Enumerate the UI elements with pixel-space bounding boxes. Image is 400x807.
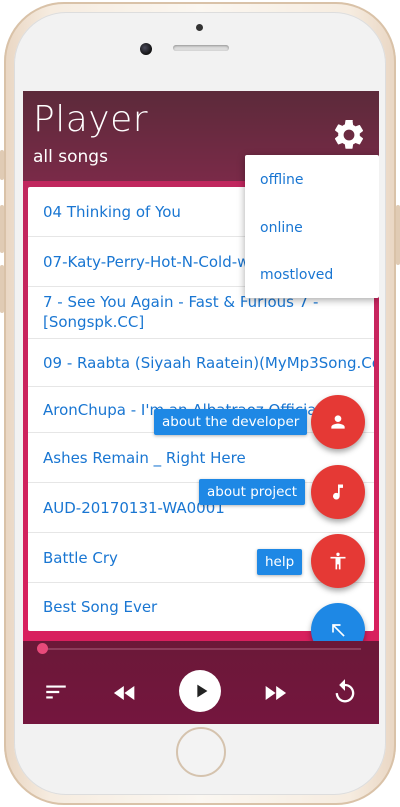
phone-power-button	[396, 205, 400, 265]
arrow-up-left-icon	[332, 624, 345, 637]
earpiece-speaker	[173, 45, 229, 51]
about-developer-label[interactable]: about the developer	[154, 409, 308, 435]
progress-track[interactable]	[41, 648, 361, 650]
accessibility-icon	[330, 552, 346, 570]
menu-item-offline[interactable]: offline	[260, 172, 303, 188]
about-project-label[interactable]: about project	[199, 479, 306, 505]
menu-item-mostloved[interactable]: mostloved	[260, 267, 333, 283]
help-label[interactable]: help	[257, 549, 303, 575]
song-title: 09 - Raabta (Siyaah Raatein)(MyMp3Song.C…	[43, 354, 374, 372]
play-icon	[197, 684, 208, 698]
page-title: Player	[33, 99, 149, 140]
gear-icon[interactable]	[331, 117, 367, 153]
help-button[interactable]	[311, 534, 365, 588]
phone-side-button	[0, 150, 4, 180]
person-icon	[331, 415, 345, 429]
proximity-sensor	[196, 24, 203, 31]
source-dropdown-menu: offline online mostloved	[245, 155, 379, 298]
song-title: 7 - See You Again - Fast & Furious 7 - […	[43, 293, 319, 331]
app-screen: Player all songs 04 Thinking of You 07-K…	[23, 91, 379, 724]
menu-item-online[interactable]: online	[260, 220, 303, 236]
repeat-icon[interactable]	[331, 678, 359, 706]
about-developer-button[interactable]	[311, 395, 365, 449]
front-camera	[140, 43, 152, 55]
play-button[interactable]	[179, 670, 221, 712]
music-note-icon	[333, 484, 343, 500]
sort-icon[interactable]	[43, 679, 69, 705]
rewind-icon[interactable]	[111, 679, 139, 707]
phone-volume-up	[0, 205, 4, 253]
about-project-button[interactable]	[311, 465, 365, 519]
home-button[interactable]	[176, 727, 226, 777]
page-subtitle: all songs	[33, 147, 108, 167]
progress-thumb[interactable]	[37, 643, 48, 654]
phone-volume-down	[0, 265, 4, 313]
fast-forward-icon[interactable]	[261, 679, 289, 707]
song-item[interactable]: 09 - Raabta (Siyaah Raatein)(MyMp3Song.C…	[28, 339, 374, 387]
